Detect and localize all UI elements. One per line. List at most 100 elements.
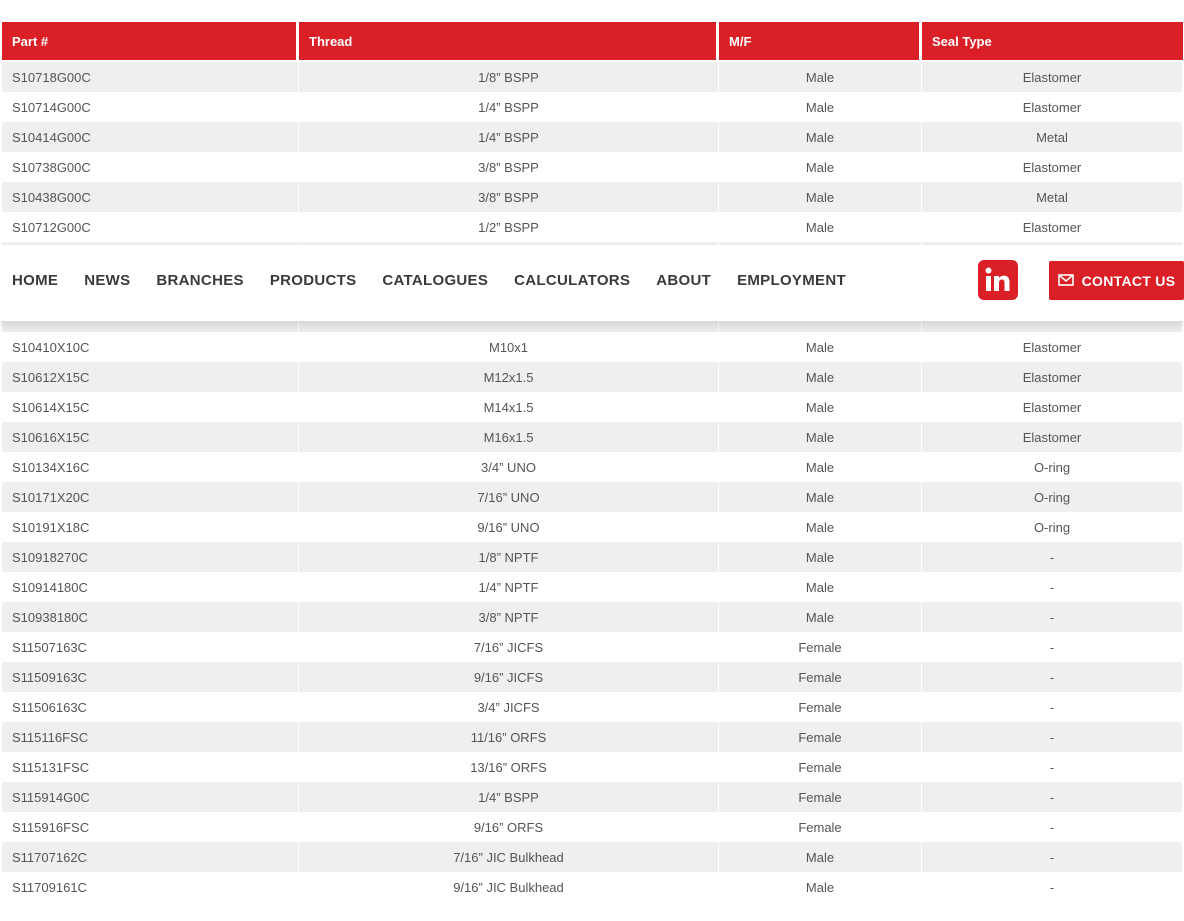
cell-seal-type: O-ring xyxy=(922,452,1183,482)
table-row: S10738G00C 3/8” BSPP Male Elastomer xyxy=(2,152,1183,182)
table-row: S10612X15C M12x1.5 Male Elastomer xyxy=(2,362,1183,392)
cell-mf: Male xyxy=(719,482,922,512)
table-row: S10718G00C 1/8” BSPP Male Elastomer xyxy=(2,62,1183,92)
cell-mf: Male xyxy=(719,422,922,452)
cell-thread: 3/8” BSPP xyxy=(299,152,719,182)
cell-thread: 9/16” JIC Bulkhead xyxy=(299,872,719,902)
nav-products[interactable]: PRODUCTS xyxy=(270,272,357,289)
cell-part-number: S10414G00C xyxy=(2,122,299,152)
cell-seal-type: - xyxy=(922,842,1183,872)
cell-thread: M16x1.5 xyxy=(299,422,719,452)
nav-calculators[interactable]: CALCULATORS xyxy=(514,272,630,289)
cell-thread: M14x1.5 xyxy=(299,392,719,422)
envelope-icon xyxy=(1057,273,1074,289)
cell-seal-type: - xyxy=(922,632,1183,662)
cell-part-number: S11509163C xyxy=(2,662,299,692)
table-row: S10438G00C 3/8” BSPP Male Metal xyxy=(2,182,1183,212)
cell-part-number: S11507163C xyxy=(2,632,299,662)
table-row: S11709161C 9/16” JIC Bulkhead Male - xyxy=(2,872,1183,902)
table-row: S10938180C 3/8” NPTF Male - xyxy=(2,602,1183,632)
table-row: S11509163C 9/16” JICFS Female - xyxy=(2,662,1183,692)
cell-part-number: S10438G00C xyxy=(2,182,299,212)
cell-seal-type: - xyxy=(922,572,1183,602)
cell-part-number: S115116FSC xyxy=(2,722,299,752)
cell-seal-type: Elastomer xyxy=(922,212,1183,242)
table-row: S10134X16C 3/4” UNO Male O-ring xyxy=(2,452,1183,482)
cell-mf: Female xyxy=(719,752,922,782)
nav-links: HOME NEWS BRANCHES PRODUCTS CATALOGUES C… xyxy=(12,245,872,315)
cell-seal-type: Elastomer xyxy=(922,92,1183,122)
cell-part-number: S10738G00C xyxy=(2,152,299,182)
cell-thread: 1/4” BSPP xyxy=(299,92,719,122)
linkedin-icon[interactable] xyxy=(978,260,1018,300)
cell-seal-type: - xyxy=(922,662,1183,692)
cell-seal-type: O-ring xyxy=(922,482,1183,512)
nav-employment[interactable]: EMPLOYMENT xyxy=(737,272,846,289)
cell-thread: 3/4” JICFS xyxy=(299,692,719,722)
cell-mf: Female xyxy=(719,692,922,722)
cell-thread: 7/16” JICFS xyxy=(299,632,719,662)
cell-part-number: S115131FSC xyxy=(2,752,299,782)
cell-part-number: S10612X15C xyxy=(2,362,299,392)
cell-seal-type: - xyxy=(922,602,1183,632)
cell-mf: Male xyxy=(719,872,922,902)
table-header-row: Part # Thread M/F Seal Type xyxy=(2,22,1183,62)
cell-mf: Female xyxy=(719,632,922,662)
cell-seal-type: - xyxy=(922,812,1183,842)
cell-thread: M10x1 xyxy=(299,332,719,362)
contact-us-button[interactable]: CONTACT US xyxy=(1049,261,1184,300)
table-row: S10171X20C 7/16” UNO Male O-ring xyxy=(2,482,1183,512)
header-seal-type: Seal Type xyxy=(922,22,1183,62)
cell-thread: 1/2” BSPP xyxy=(299,212,719,242)
cell-part-number: S10914180C xyxy=(2,572,299,602)
table-row: S10712G00C 1/2” BSPP Male Elastomer xyxy=(2,212,1183,242)
table-row: S10191X18C 9/16” UNO Male O-ring xyxy=(2,512,1183,542)
cell-part-number: S11709161C xyxy=(2,872,299,902)
table-row: S115916FSC 9/16” ORFS Female - xyxy=(2,812,1183,842)
cell-thread: 1/8” BSPP xyxy=(299,62,719,92)
table-row: S115116FSC 11/16” ORFS Female - xyxy=(2,722,1183,752)
cell-part-number: S10714G00C xyxy=(2,92,299,122)
nav-home[interactable]: HOME xyxy=(12,272,58,289)
cell-mf: Male xyxy=(719,212,922,242)
table-row: S10616X15C M16x1.5 Male Elastomer xyxy=(2,422,1183,452)
cell-part-number: S10918270C xyxy=(2,542,299,572)
nav-about[interactable]: ABOUT xyxy=(656,272,711,289)
cell-part-number: S11506163C xyxy=(2,692,299,722)
cell-seal-type: Metal xyxy=(922,122,1183,152)
cell-mf: Male xyxy=(719,602,922,632)
cell-mf: Male xyxy=(719,842,922,872)
cell-mf: Male xyxy=(719,62,922,92)
cell-seal-type: Elastomer xyxy=(922,392,1183,422)
cell-thread: 3/8” NPTF xyxy=(299,602,719,632)
nav-news[interactable]: NEWS xyxy=(84,272,130,289)
cell-mf: Male xyxy=(719,182,922,212)
cell-part-number: S10410X10C xyxy=(2,332,299,362)
cell-mf: Male xyxy=(719,92,922,122)
cell-mf: Male xyxy=(719,392,922,422)
cell-thread: 3/4” UNO xyxy=(299,452,719,482)
cell-mf: Male xyxy=(719,122,922,152)
cell-part-number: S10134X16C xyxy=(2,452,299,482)
cell-part-number: S11707162C xyxy=(2,842,299,872)
nav-branches[interactable]: BRANCHES xyxy=(156,272,243,289)
table-row: S115914G0C 1/4” BSPP Female - xyxy=(2,782,1183,812)
cell-mf: Female xyxy=(719,812,922,842)
nav-catalogues[interactable]: CATALOGUES xyxy=(382,272,488,289)
main-navigation: HOME NEWS BRANCHES PRODUCTS CATALOGUES C… xyxy=(0,245,1184,321)
cell-thread: 3/8” BSPP xyxy=(299,182,719,212)
cell-thread: M12x1.5 xyxy=(299,362,719,392)
cell-part-number: S10712G00C xyxy=(2,212,299,242)
cell-seal-type: - xyxy=(922,542,1183,572)
cell-thread: 1/4” BSPP xyxy=(299,782,719,812)
cell-mf: Male xyxy=(719,332,922,362)
cell-thread: 1/4” NPTF xyxy=(299,572,719,602)
cell-seal-type: - xyxy=(922,782,1183,812)
cell-part-number: S115914G0C xyxy=(2,782,299,812)
cell-mf: Male xyxy=(719,362,922,392)
table-row: S10918270C 1/8” NPTF Male - xyxy=(2,542,1183,572)
table-row: S11707162C 7/16” JIC Bulkhead Male - xyxy=(2,842,1183,872)
cell-thread: 1/8” NPTF xyxy=(299,542,719,572)
cell-seal-type: O-ring xyxy=(922,512,1183,542)
contact-us-label: CONTACT US xyxy=(1081,272,1176,289)
